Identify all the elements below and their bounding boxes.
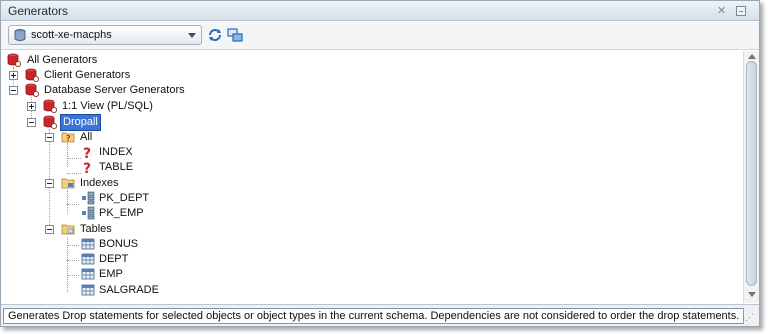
table-icon	[81, 268, 95, 280]
index-icon	[82, 206, 95, 220]
tree-label: TABLE	[99, 161, 134, 173]
generator-icon	[43, 99, 57, 113]
scroll-thumb[interactable]	[746, 61, 757, 286]
tree-node-pk-emp[interactable]: PK_EMP	[1, 206, 181, 221]
collapse-icon[interactable]	[45, 179, 54, 188]
tree-label: EMP	[99, 268, 123, 280]
expand-icon[interactable]	[27, 102, 36, 111]
tree-node-table[interactable]: ? TABLE	[1, 160, 161, 175]
table-icon	[81, 253, 95, 265]
tree-label: Client Generators	[44, 69, 131, 81]
refresh-icon[interactable]	[207, 27, 223, 43]
tree-node-client-generators[interactable]: Client Generators	[1, 68, 221, 83]
tree-node-view-plsql[interactable]: 1:1 View (PL/SQL)	[1, 99, 241, 114]
collapse-icon[interactable]	[45, 225, 54, 234]
tree-label: INDEX	[99, 146, 133, 158]
minimize-icon[interactable]	[736, 6, 746, 16]
folder-icon	[61, 224, 75, 235]
tree-label: All	[80, 131, 93, 143]
generator-icon	[25, 83, 39, 97]
tree-node-salgrade[interactable]: SALGRADE	[1, 283, 181, 298]
tree-node-dropall[interactable]: Dropall	[1, 114, 161, 131]
tree-node-emp[interactable]: EMP	[1, 267, 181, 282]
svg-text:?: ?	[83, 146, 91, 159]
generator-icon	[25, 68, 39, 82]
tree-label-selected: Dropall	[60, 114, 101, 131]
tree-node-bonus[interactable]: BONUS	[1, 237, 181, 252]
connection-name: scott-xe-macphs	[31, 29, 112, 41]
tree-node-all[interactable]: ? All	[1, 130, 141, 145]
close-icon[interactable]: ✕	[717, 4, 726, 17]
table-icon	[81, 238, 95, 250]
tree-label: 1:1 View (PL/SQL)	[62, 100, 153, 112]
tree-node-index[interactable]: ? INDEX	[1, 145, 161, 160]
unknown-object-icon: ?	[83, 161, 91, 174]
svg-text:?: ?	[83, 161, 91, 174]
collapse-icon[interactable]	[9, 86, 18, 95]
tree-label: Database Server Generators	[44, 84, 185, 96]
tree-node-pk-dept[interactable]: PK_DEPT	[1, 191, 181, 206]
collapse-icon[interactable]	[45, 133, 54, 142]
tree-label: Tables	[80, 223, 112, 235]
vertical-scrollbar[interactable]	[743, 51, 759, 303]
expand-icon[interactable]	[9, 71, 18, 80]
tree-label: All Generators	[27, 54, 98, 66]
window-title: Generators	[8, 4, 69, 18]
tree-node-tables[interactable]: Tables	[1, 222, 161, 237]
generator-icon	[43, 115, 57, 129]
unknown-object-icon: ?	[83, 146, 91, 159]
resize-grip-icon[interactable]: ⋰	[745, 312, 754, 323]
status-text: Generates Drop statements for selected o…	[3, 308, 745, 324]
index-icon	[82, 191, 95, 205]
tree-label: BONUS	[99, 238, 139, 250]
window-titlebar: Generators ✕	[1, 1, 759, 21]
connection-dropdown[interactable]: scott-xe-macphs	[8, 25, 202, 45]
tree-label: Indexes	[80, 177, 119, 189]
generator-icon	[7, 53, 21, 67]
tree-node-db-server-generators[interactable]: Database Server Generators	[1, 83, 261, 98]
status-bar: Generates Drop statements for selected o…	[1, 304, 759, 326]
tree-label: SALGRADE	[99, 284, 159, 296]
generators-tree: All Generators Client Generators Databas…	[1, 51, 743, 303]
database-icon	[14, 29, 26, 41]
folder-question-icon: ?	[61, 132, 75, 143]
layout-icon[interactable]	[227, 27, 243, 43]
tree-node-all-generators[interactable]: All Generators	[1, 53, 201, 68]
toolbar: scott-xe-macphs	[1, 22, 759, 50]
tree-label: PK_EMP	[99, 207, 144, 219]
chevron-down-icon[interactable]	[188, 33, 196, 38]
table-icon	[81, 284, 95, 296]
generators-window: Generators ✕ scott-xe-macphs All Generat…	[0, 0, 760, 327]
collapse-icon[interactable]	[27, 118, 36, 127]
scroll-down-icon[interactable]	[748, 292, 756, 297]
tree-label: PK_DEPT	[99, 192, 150, 204]
tree-label: DEPT	[99, 253, 129, 265]
folder-icon	[61, 178, 75, 189]
svg-text:?: ?	[66, 134, 71, 143]
tree-node-indexes[interactable]: Indexes	[1, 176, 161, 191]
tree-node-dept[interactable]: DEPT	[1, 252, 181, 267]
scroll-up-icon[interactable]	[748, 54, 756, 59]
